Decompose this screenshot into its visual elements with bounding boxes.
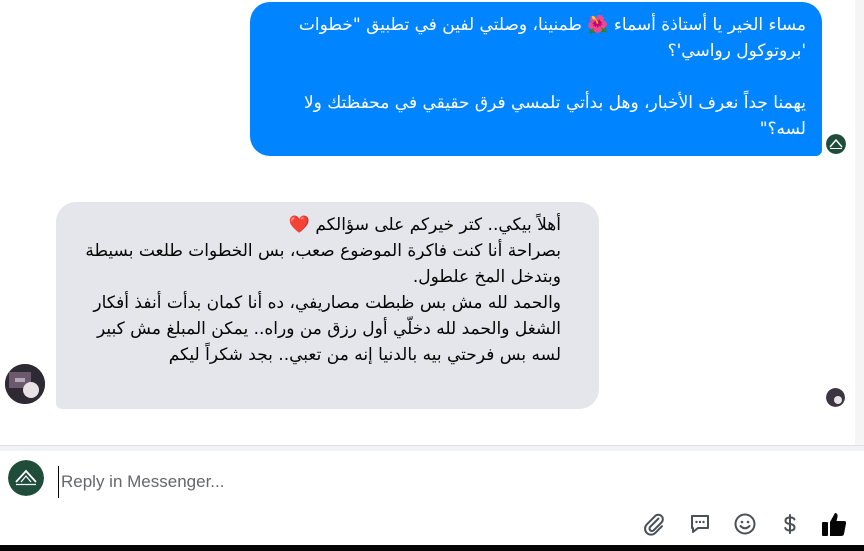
- sticker-chat-icon[interactable]: [686, 510, 714, 538]
- page-avatar: [8, 460, 44, 496]
- dollar-icon[interactable]: [776, 510, 804, 538]
- thumbs-up-icon[interactable]: [820, 510, 848, 538]
- window-bottom-edge: [0, 545, 864, 551]
- incoming-message-line-1: أهلاً بيكي.. كتر خيركم على سؤالكم ❤️: [288, 215, 561, 235]
- composer-divider: [0, 445, 864, 451]
- incoming-message-line-3: والحمد لله مش بس ظبطت مصاريفي، ده أنا كم…: [88, 293, 561, 365]
- incoming-message-line-2: بصراحة أنا كنت فاكرة الموضوع صعب، بس الخ…: [79, 241, 561, 287]
- message-thread: مساء الخير يا أستاذة أسماء 🌺 طمنينا، وصل…: [0, 0, 864, 445]
- incoming-message-bubble[interactable]: أهلاً بيكي.. كتر خيركم على سؤالكم ❤️ بصر…: [56, 202, 599, 409]
- outgoing-message-bubble[interactable]: مساء الخير يا أستاذة أسماء 🌺 طمنينا، وصل…: [250, 2, 822, 156]
- read-receipt-avatar: [826, 388, 845, 407]
- outgoing-message-line-2: يهمنا جداً نعرف الأخبار، وهل بدأتي تلمسي…: [298, 93, 806, 139]
- composer-actions: [640, 510, 856, 540]
- sender-avatar[interactable]: [5, 364, 45, 404]
- outgoing-message-line-1: مساء الخير يا أستاذة أسماء 🌺 طمنينا، وصل…: [293, 15, 806, 61]
- page-logo-icon: [826, 134, 846, 154]
- paperclip-icon[interactable]: [640, 510, 668, 538]
- emoji-icon[interactable]: [731, 510, 759, 538]
- reply-input[interactable]: [58, 466, 841, 498]
- scrollbar-track[interactable]: [855, 0, 864, 445]
